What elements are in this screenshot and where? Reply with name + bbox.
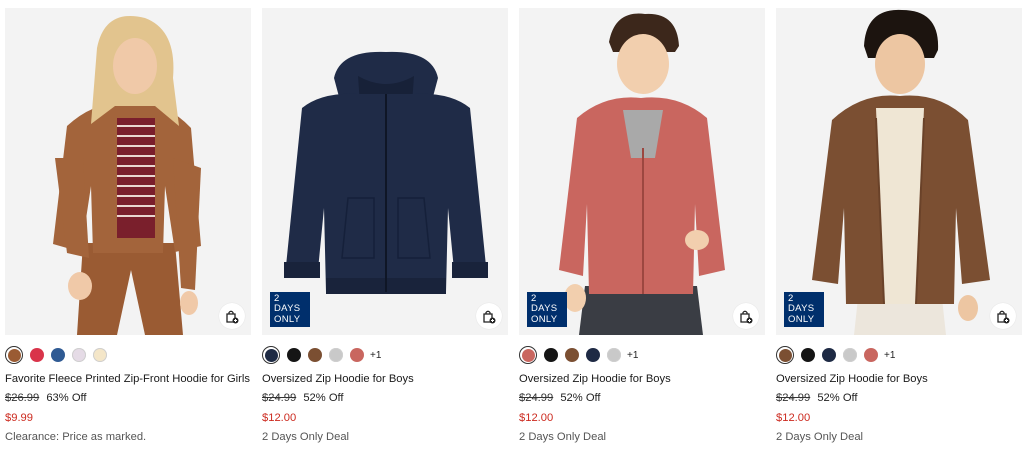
original-price: $26.99	[5, 392, 40, 404]
product-card[interactable]: 2 DAYS ONLY +1 Oversized Zip Hoodie for …	[776, 8, 1022, 449]
more-colors-link[interactable]: +1	[627, 350, 638, 361]
product-image[interactable]: 2 DAYS ONLY	[262, 8, 508, 335]
sale-price: $12.00	[776, 412, 811, 424]
color-swatch[interactable]	[822, 348, 836, 362]
more-colors-link[interactable]: +1	[884, 350, 895, 361]
add-to-bag-icon	[483, 310, 496, 323]
color-swatch[interactable]	[519, 346, 537, 364]
product-card[interactable]: Favorite Fleece Printed Zip-Front Hoodie…	[5, 8, 251, 449]
discount-label: 52% Off	[303, 392, 344, 404]
badge-line-1: 2 DAYS	[531, 292, 558, 314]
product-photo	[776, 8, 1022, 335]
color-swatch[interactable]	[5, 346, 23, 364]
color-swatches: +1	[519, 345, 638, 365]
color-swatches: +1	[262, 345, 381, 365]
promo-badge: 2 DAYS ONLY	[784, 291, 824, 327]
color-swatch[interactable]	[607, 348, 621, 362]
promo-text: 2 Days Only Deal	[262, 431, 350, 443]
color-swatch[interactable]	[308, 348, 322, 362]
product-photo	[262, 8, 508, 335]
color-swatch[interactable]	[93, 348, 107, 362]
more-colors-link[interactable]: +1	[370, 350, 381, 361]
product-card[interactable]: 2 DAYS ONLY +1 Oversized Zip Hoodie for …	[519, 8, 765, 449]
product-name[interactable]: Oversized Zip Hoodie for Boys	[776, 373, 928, 385]
add-to-bag-icon	[740, 310, 753, 323]
product-name[interactable]: Oversized Zip Hoodie for Boys	[262, 373, 414, 385]
original-price: $24.99	[519, 392, 554, 404]
sale-price: $12.00	[262, 412, 297, 424]
color-swatch[interactable]	[864, 348, 878, 362]
sale-price: $9.99	[5, 412, 33, 424]
promo-badge: 2 DAYS ONLY	[270, 291, 310, 327]
product-grid: Favorite Fleece Printed Zip-Front Hoodie…	[5, 8, 1022, 449]
color-swatches	[5, 345, 114, 365]
color-swatch[interactable]	[72, 348, 86, 362]
add-to-bag-button[interactable]	[990, 303, 1016, 329]
color-swatch[interactable]	[287, 348, 301, 362]
color-swatch[interactable]	[843, 348, 857, 362]
add-to-bag-button[interactable]	[476, 303, 502, 329]
promo-text: Clearance: Price as marked.	[5, 431, 147, 443]
color-swatch[interactable]	[262, 346, 280, 364]
color-swatch[interactable]	[51, 348, 65, 362]
badge-line-2: ONLY	[788, 313, 815, 325]
badge-line-2: ONLY	[531, 313, 558, 325]
product-image[interactable]: 2 DAYS ONLY	[519, 8, 765, 335]
color-swatch[interactable]	[329, 348, 343, 362]
product-image[interactable]: 2 DAYS ONLY	[776, 8, 1022, 335]
product-photo	[519, 8, 765, 335]
price-row: $24.99 52% Off	[776, 392, 858, 404]
price-row: $24.99 52% Off	[262, 392, 344, 404]
price-row: $24.99 52% Off	[519, 392, 601, 404]
color-swatches: +1	[776, 345, 895, 365]
original-price: $24.99	[262, 392, 297, 404]
promo-text: 2 Days Only Deal	[776, 431, 864, 443]
price-row: $26.99 63% Off	[5, 392, 87, 404]
promo-badge: 2 DAYS ONLY	[527, 291, 567, 327]
add-to-bag-icon	[226, 310, 239, 323]
color-swatch[interactable]	[565, 348, 579, 362]
product-image[interactable]	[5, 8, 251, 335]
color-swatch[interactable]	[586, 348, 600, 362]
discount-label: 63% Off	[46, 392, 87, 404]
color-swatch[interactable]	[801, 348, 815, 362]
badge-line-1: 2 DAYS	[274, 292, 301, 314]
add-to-bag-button[interactable]	[733, 303, 759, 329]
promo-text: 2 Days Only Deal	[519, 431, 607, 443]
original-price: $24.99	[776, 392, 811, 404]
discount-label: 52% Off	[817, 392, 858, 404]
badge-line-1: 2 DAYS	[788, 292, 815, 314]
add-to-bag-button[interactable]	[219, 303, 245, 329]
color-swatch[interactable]	[30, 348, 44, 362]
color-swatch[interactable]	[776, 346, 794, 364]
color-swatch[interactable]	[544, 348, 558, 362]
product-name[interactable]: Oversized Zip Hoodie for Boys	[519, 373, 671, 385]
add-to-bag-icon	[997, 310, 1010, 323]
color-swatch[interactable]	[350, 348, 364, 362]
product-card[interactable]: 2 DAYS ONLY +1 Oversized Zip Hoodie for …	[262, 8, 508, 449]
product-name[interactable]: Favorite Fleece Printed Zip-Front Hoodie…	[5, 373, 250, 385]
badge-line-2: ONLY	[274, 313, 301, 325]
discount-label: 52% Off	[560, 392, 601, 404]
sale-price: $12.00	[519, 412, 554, 424]
product-photo	[5, 8, 251, 335]
